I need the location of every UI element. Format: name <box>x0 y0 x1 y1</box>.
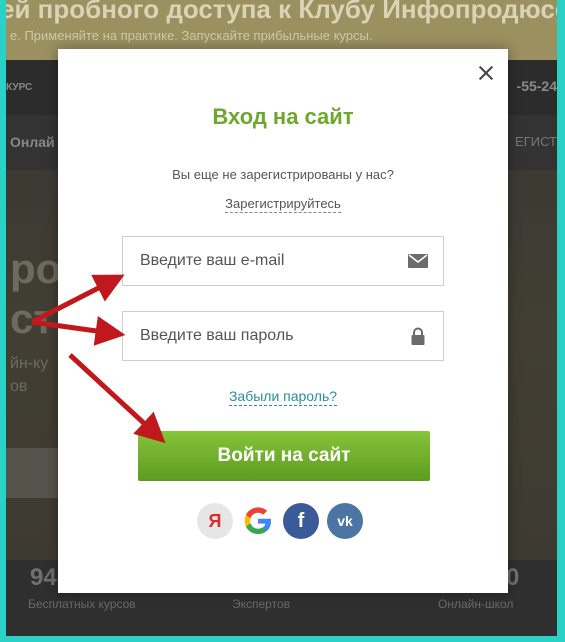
background-hero-line3: йн-ку <box>10 355 49 372</box>
background-hero-line2: ст <box>10 295 54 342</box>
register-link-wrap: Зарегистрируйтесь <box>58 195 508 213</box>
background-headline: ей пробного доступа к Клубу Инфопродюсер… <box>6 0 557 24</box>
background-stat-label: Экспертов <box>232 597 291 611</box>
background-stat-label: Бесплатных курсов <box>28 597 136 611</box>
background-stat-number: 94 <box>30 564 57 591</box>
register-link[interactable]: Зарегистрируйтесь <box>225 196 341 213</box>
background-menu-register: ЕГИСТ <box>515 134 557 149</box>
background-hero-button <box>6 448 62 498</box>
background-menu-online: Онлай <box>10 134 55 150</box>
not-registered-text: Вы еще не зарегистрированы у нас? <box>172 167 394 182</box>
vk-icon[interactable]: vk <box>327 503 363 539</box>
envelope-icon <box>408 252 428 270</box>
background-kurs-label: КУРС <box>6 82 33 93</box>
forgot-password-wrap: Забыли пароль? <box>58 388 508 406</box>
background-stat-number: 0 <box>506 564 520 591</box>
password-input[interactable] <box>123 312 393 360</box>
login-modal: Вход на сайт Вы еще не зарегистрированы … <box>58 49 508 593</box>
password-field <box>122 311 444 361</box>
yandex-icon[interactable]: Я <box>197 503 233 539</box>
lock-icon <box>408 327 428 345</box>
email-input[interactable] <box>123 237 393 285</box>
background-hero-line1: ро <box>10 245 62 292</box>
close-icon[interactable] <box>474 61 498 85</box>
forgot-password-link[interactable]: Забыли пароль? <box>228 388 338 406</box>
email-field <box>122 236 444 286</box>
modal-title: Вход на сайт <box>212 104 354 129</box>
facebook-icon[interactable]: f <box>283 503 319 539</box>
background-phone: -55-24 <box>516 78 557 94</box>
background-subtitle: е. Применяйте на практике. Запускайте пр… <box>10 28 373 43</box>
background-hero-line4: ов <box>10 378 28 395</box>
login-button[interactable]: Войти на сайт <box>138 431 430 481</box>
background-stat-label: Онлайн-школ <box>438 597 514 611</box>
google-icon[interactable] <box>240 503 276 539</box>
